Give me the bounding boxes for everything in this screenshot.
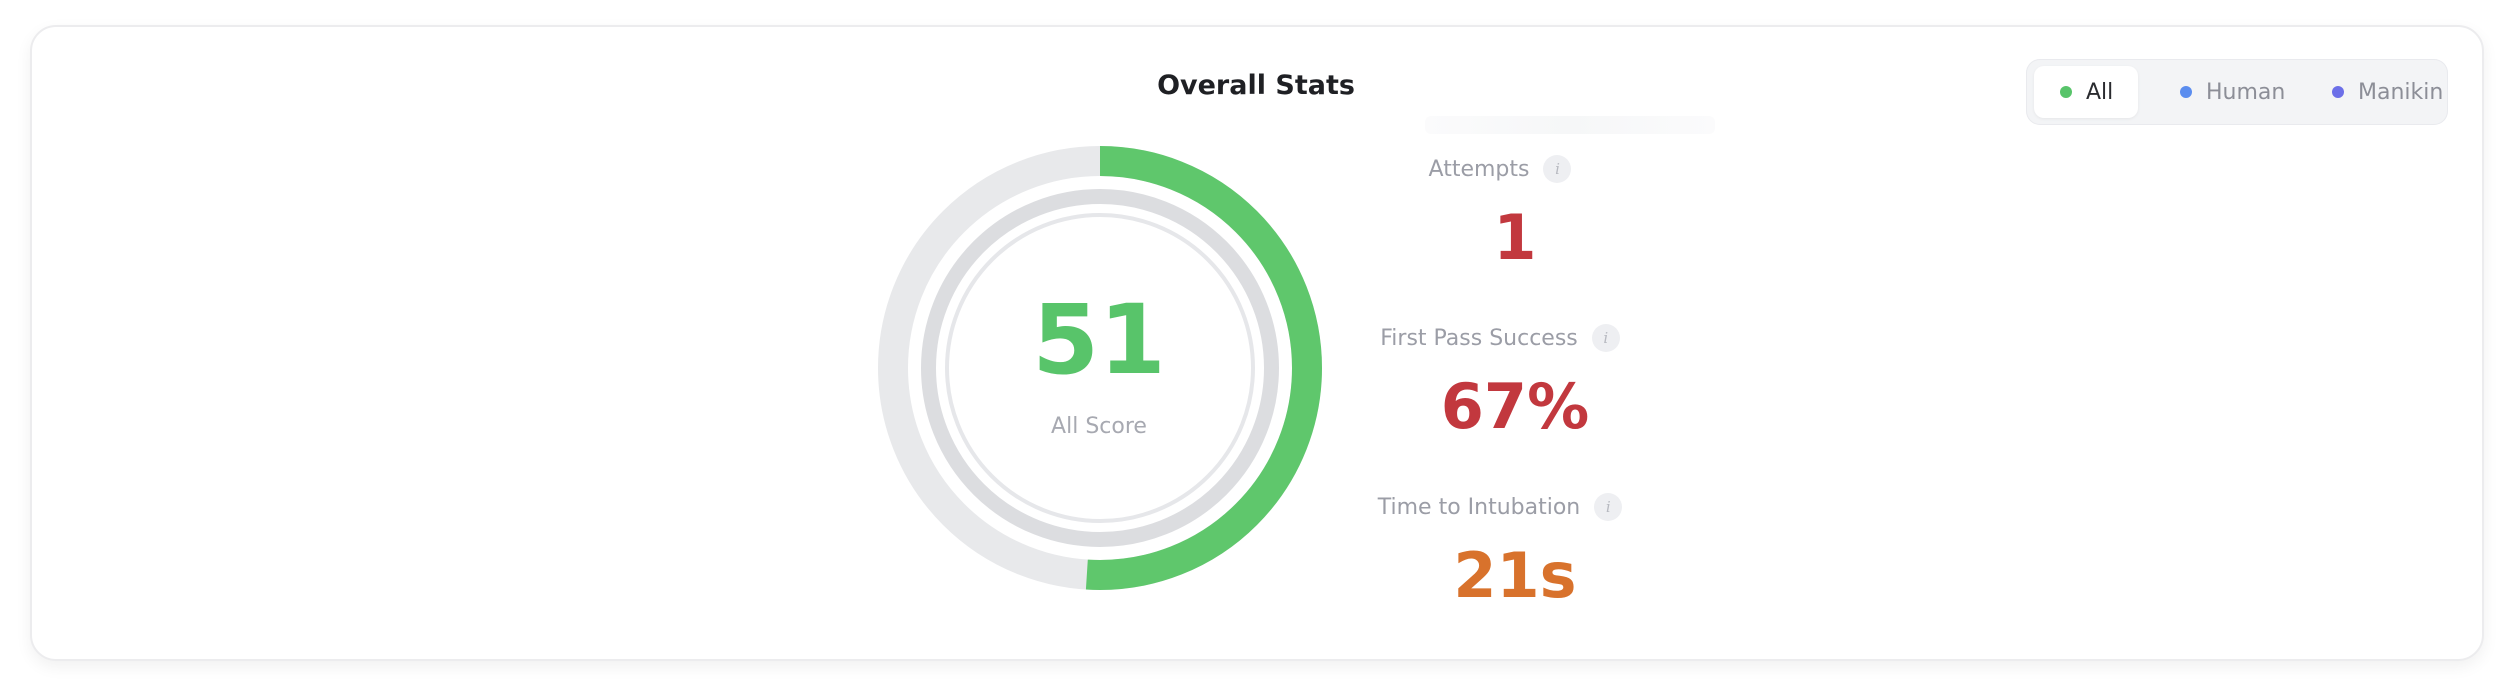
- stat-label-text: Attempts: [1428, 156, 1530, 182]
- score-label: All Score: [1051, 414, 1147, 439]
- card-title: Overall Stats: [1157, 70, 1355, 101]
- filter-human-label: Human: [2206, 79, 2286, 105]
- stat-value-time-to-intubation: 21s: [1453, 539, 1577, 612]
- status-dot-icon: [2180, 86, 2192, 98]
- stat-value-first-pass-success: 67%: [1440, 370, 1590, 443]
- stat-value-attempts: 1: [1493, 201, 1537, 274]
- filter-all-button[interactable]: All: [2034, 66, 2138, 118]
- info-icon[interactable]: i: [1543, 155, 1572, 183]
- info-icon[interactable]: i: [1591, 324, 1620, 352]
- info-icon[interactable]: i: [1594, 493, 1623, 521]
- filter-manikin-label: Manikin: [2358, 79, 2444, 105]
- status-dot-icon: [2060, 86, 2072, 98]
- filter-human-button[interactable]: Human: [2154, 66, 2294, 118]
- stat-label-text: First Pass Success: [1380, 325, 1578, 351]
- stat-label-text: Time to Intubation: [1377, 494, 1581, 520]
- stat-label-time-to-intubation: Time to Intubation i: [1340, 493, 1660, 521]
- stat-label-first-pass-success: First Pass Success i: [1340, 324, 1660, 352]
- filter-all-label: All: [2086, 79, 2114, 105]
- score-value: 51: [1032, 284, 1166, 396]
- filter-manikin-button[interactable]: Manikin: [2306, 66, 2446, 118]
- status-dot-icon: [2332, 86, 2344, 98]
- decorative-placeholder: [1425, 116, 1715, 134]
- population-filter-toggle: All Human Manikin: [2026, 59, 2448, 125]
- stat-label-attempts: Attempts i: [1340, 155, 1660, 183]
